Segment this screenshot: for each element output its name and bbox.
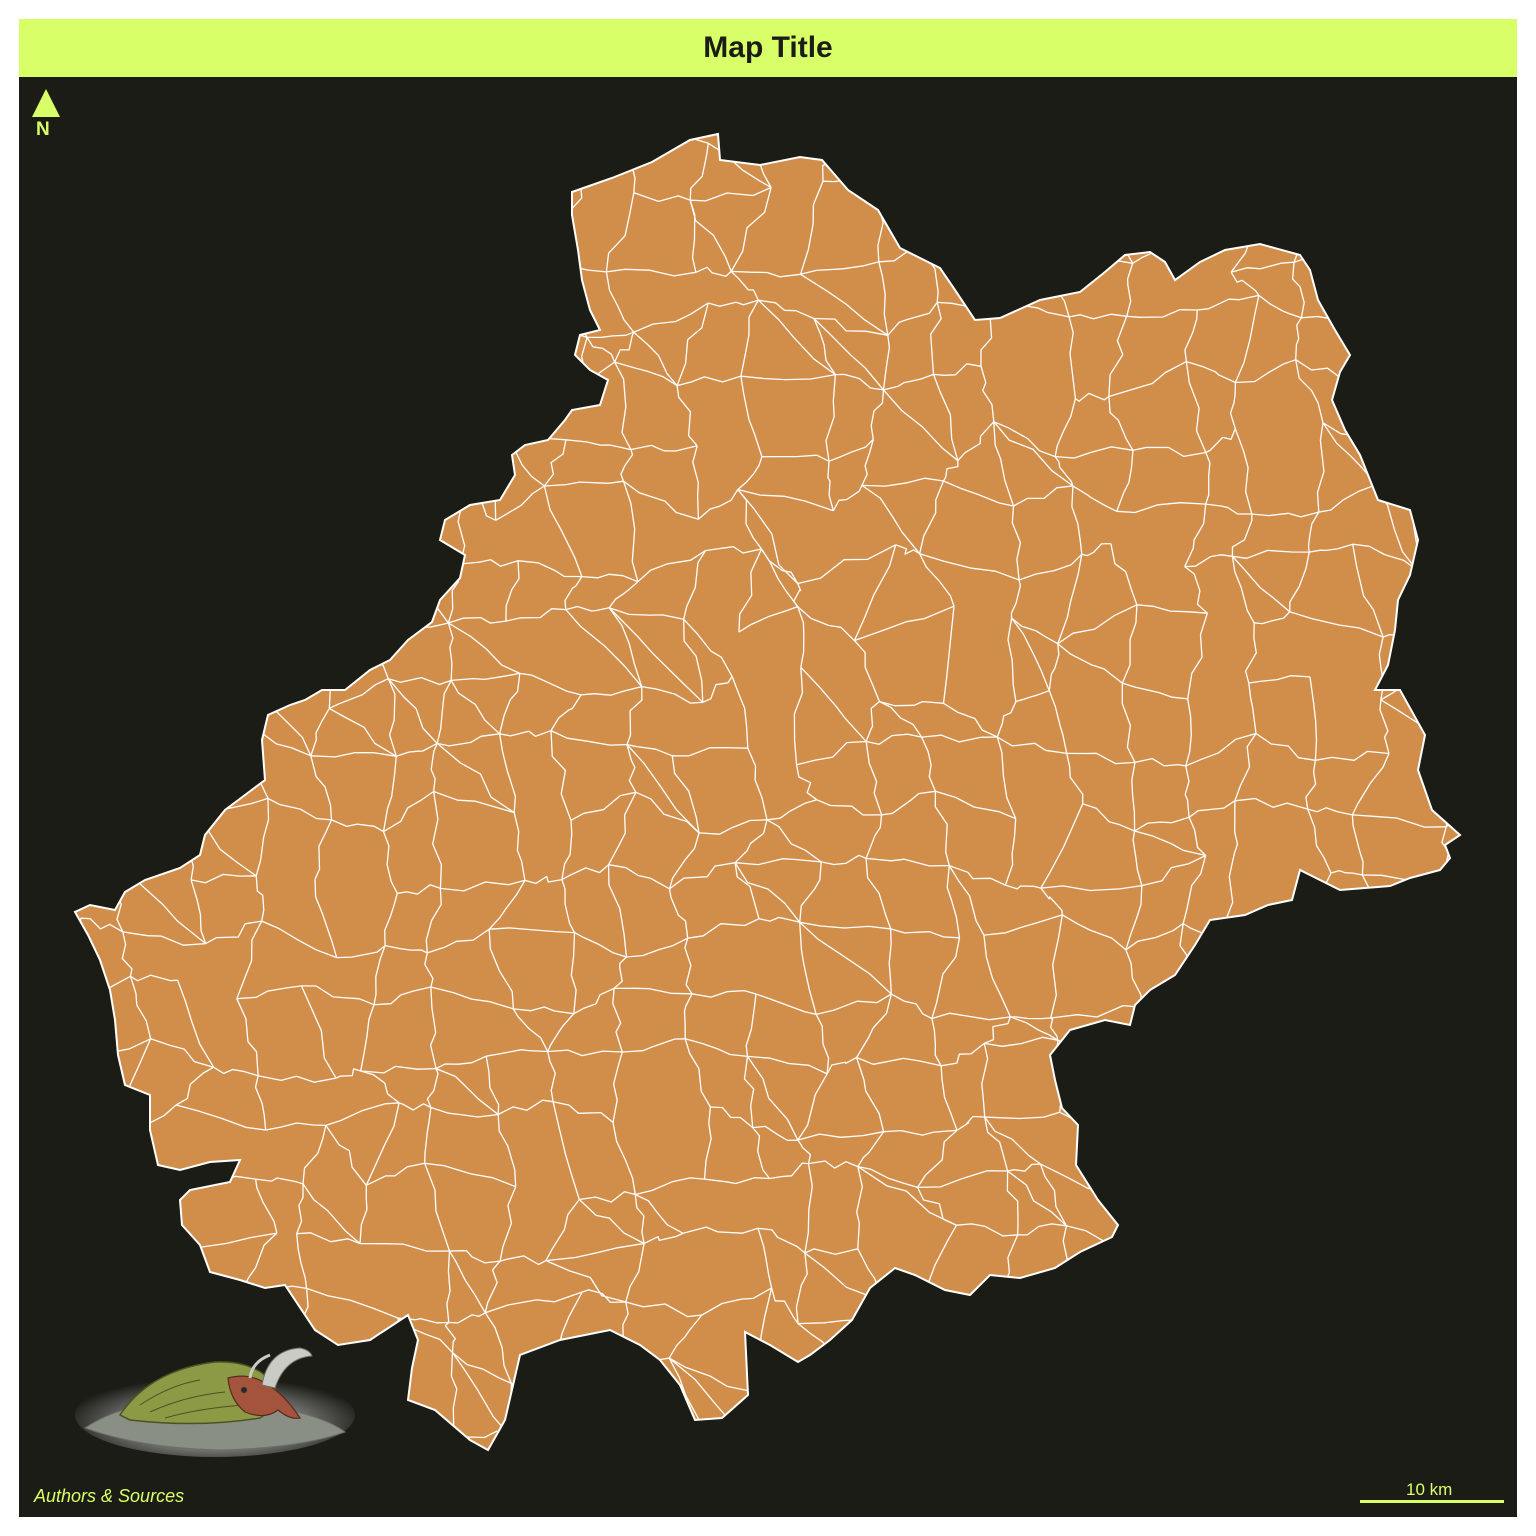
map-canvas: [32, 89, 1462, 1457]
sea-creature-illustration: [75, 1347, 355, 1457]
north-arrow-icon: [32, 89, 60, 117]
department-shape: [73, 132, 1462, 1452]
scale-label: 10 km: [1406, 1480, 1453, 1499]
scale-bar: [1360, 1500, 1504, 1503]
north-label: N: [36, 119, 50, 140]
credits-text: Authors & Sources: [34, 1486, 185, 1506]
